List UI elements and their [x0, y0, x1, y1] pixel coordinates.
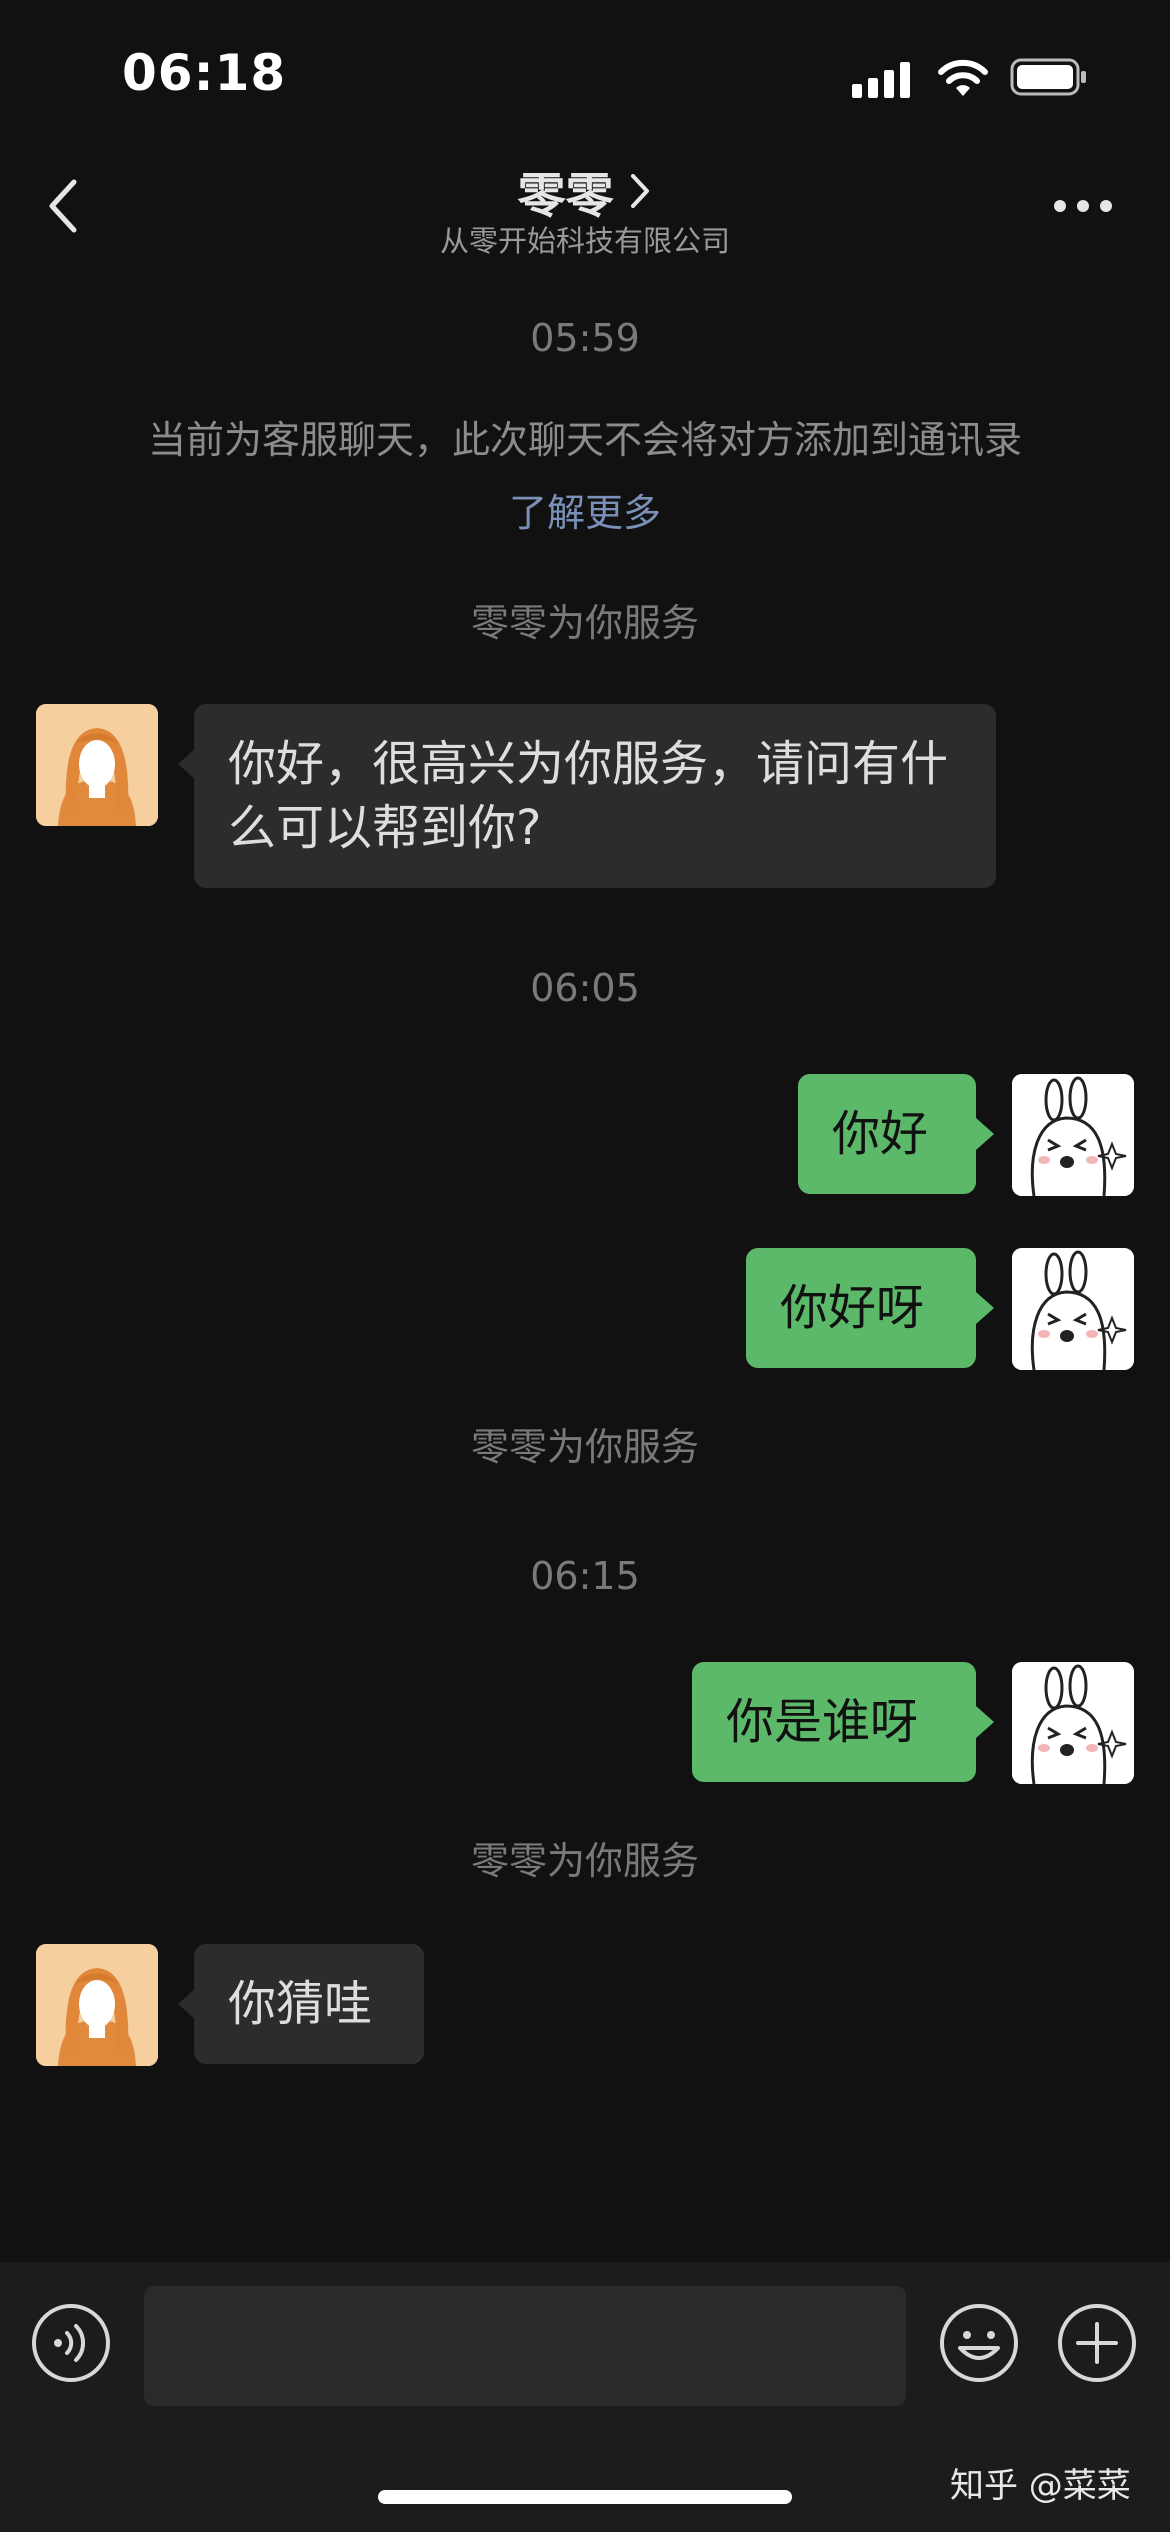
agent-message-bubble[interactable]: 你猜哇 — [194, 1944, 424, 2064]
bubble-tail — [976, 1292, 994, 1324]
timestamp: 06:15 — [530, 1554, 640, 1598]
bubble-tail — [976, 1706, 994, 1738]
service-notice: 零零为你服务 — [470, 601, 699, 645]
message-input[interactable] — [144, 2286, 906, 2406]
agent-message-bubble[interactable]: 你好，很高兴为你服务，请问有什么可以帮到你? — [194, 704, 996, 888]
back-icon[interactable] — [44, 176, 84, 236]
emoji-icon[interactable] — [938, 2302, 1020, 2384]
plus-icon[interactable] — [1056, 2302, 1138, 2384]
timestamp: 05:59 — [530, 316, 640, 360]
user-message-bubble[interactable]: 你是谁呀 — [692, 1662, 976, 1782]
battery-icon — [1010, 58, 1086, 96]
chevron-right-icon — [630, 174, 649, 208]
more-dots-icon[interactable] — [1052, 196, 1114, 216]
status-time: 06:18 — [122, 44, 287, 102]
user-avatar[interactable] — [1012, 1074, 1134, 1196]
learn-more-link[interactable]: 了解更多 — [0, 482, 1170, 537]
chat-title-button[interactable]: 零零 — [335, 156, 835, 226]
agent-avatar[interactable] — [36, 1944, 158, 2066]
wifi-icon — [938, 59, 988, 96]
watermark: 知乎 @菜菜 — [950, 2466, 1131, 2506]
user-avatar[interactable] — [1012, 1662, 1134, 1784]
chat-subtitle: 从零开始科技有限公司 — [439, 224, 730, 258]
voice-icon[interactable] — [30, 2302, 112, 2384]
timestamp: 06:05 — [530, 966, 640, 1010]
service-notice: 零零为你服务 — [470, 1839, 699, 1883]
signal-icon — [852, 62, 910, 98]
home-indicator[interactable] — [378, 2490, 792, 2504]
user-message-bubble[interactable]: 你好 — [798, 1074, 976, 1194]
customer-service-notice: 当前为客服聊天，此次聊天不会将对方添加到通讯录 — [147, 418, 1022, 462]
agent-avatar[interactable] — [36, 704, 158, 826]
chat-title: 零零 — [517, 168, 614, 224]
bubble-tail — [976, 1118, 994, 1150]
user-message-bubble[interactable]: 你好呀 — [746, 1248, 976, 1368]
service-notice: 零零为你服务 — [470, 1425, 699, 1469]
user-avatar[interactable] — [1012, 1248, 1134, 1370]
